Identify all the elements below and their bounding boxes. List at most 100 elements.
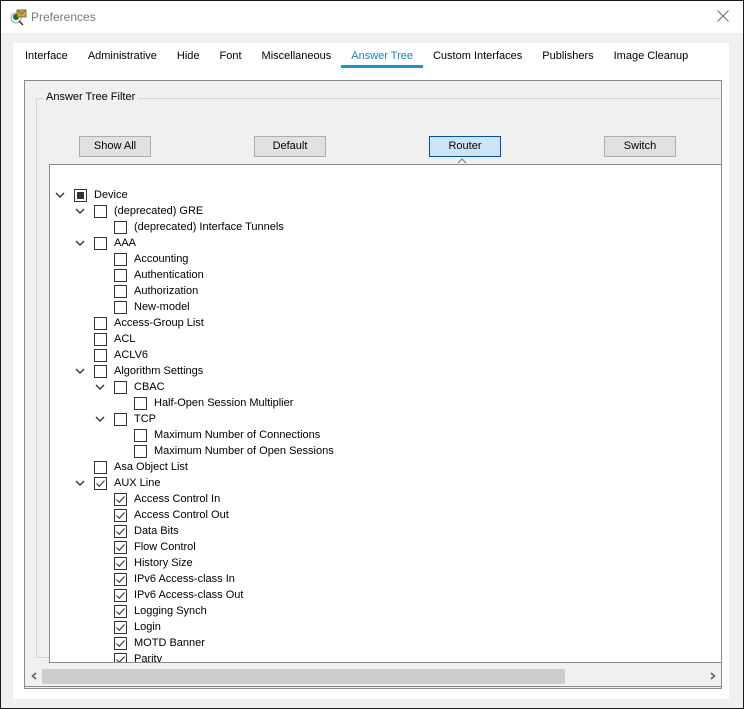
tree-item[interactable]: Device [54, 187, 128, 203]
tab-custom-interfaces[interactable]: Custom Interfaces [423, 43, 532, 69]
checkbox-checked[interactable] [114, 540, 127, 554]
checkbox[interactable] [94, 460, 107, 474]
scroll-left-button[interactable] [25, 669, 42, 685]
tab-image-cleanup[interactable]: Image Cleanup [604, 43, 699, 69]
tree-item-label: Accounting [134, 253, 189, 265]
tree-item-label: Access Control Out [134, 509, 229, 521]
tab-hide[interactable]: Hide [167, 43, 210, 69]
chevron-down-icon[interactable] [74, 365, 86, 377]
checkbox-checked[interactable] [114, 636, 127, 650]
checkbox[interactable] [134, 396, 147, 410]
chevron-down-icon[interactable] [94, 381, 106, 393]
tree-item-label: CBAC [134, 381, 165, 393]
tree-item[interactable]: Parity [94, 651, 162, 662]
checkbox[interactable] [114, 380, 127, 394]
tree-item[interactable]: Flow Control [94, 539, 196, 555]
checkbox-checked[interactable] [114, 604, 127, 618]
tree-item[interactable]: IPv6 Access-class Out [94, 587, 243, 603]
checkbox[interactable] [134, 428, 147, 442]
checkbox[interactable] [94, 348, 107, 362]
router-button[interactable]: Router [429, 136, 501, 157]
checkbox[interactable] [134, 444, 147, 458]
tab-publishers[interactable]: Publishers [532, 43, 603, 69]
tab-answer-tree[interactable]: Answer Tree [341, 43, 423, 69]
tree-item[interactable]: Half-Open Session Multiplier [114, 395, 293, 411]
close-button[interactable] [703, 1, 743, 33]
scroll-thumb[interactable] [42, 669, 565, 684]
tree-item[interactable]: Access-Group List [74, 315, 204, 331]
tree-item[interactable]: Accounting [94, 251, 188, 267]
tab-interface[interactable]: Interface [15, 43, 78, 69]
checkbox-checked[interactable] [114, 492, 127, 506]
checkbox[interactable] [114, 268, 127, 282]
tree-item[interactable]: Authentication [94, 267, 204, 283]
switch-button[interactable]: Switch [604, 136, 676, 157]
tree-item[interactable]: IPv6 Access-class In [94, 571, 235, 587]
tree-item-label: AAA [114, 237, 137, 249]
tree-item[interactable]: (deprecated) Interface Tunnels [94, 219, 284, 235]
tree-item[interactable]: ACL [74, 331, 135, 347]
chevron-down-icon[interactable] [74, 237, 86, 249]
chevron-down-icon[interactable] [54, 189, 66, 201]
default-button[interactable]: Default [254, 136, 326, 157]
checkbox[interactable] [94, 332, 107, 346]
tree-item-label: IPv6 Access-class In [134, 573, 235, 585]
checkbox-checked[interactable] [114, 556, 127, 570]
tree-item[interactable]: CBAC [94, 379, 165, 395]
tree-item[interactable]: Logging Synch [94, 603, 207, 619]
checkbox[interactable] [94, 204, 107, 218]
tab-font[interactable]: Font [210, 43, 252, 69]
tree-item[interactable]: Asa Object List [74, 459, 188, 475]
tree-item[interactable]: Maximum Number of Open Sessions [114, 443, 334, 459]
tree-item[interactable]: Data Bits [94, 523, 179, 539]
checkbox[interactable] [94, 364, 107, 378]
show-all-button[interactable]: Show All [79, 136, 151, 157]
checkbox-checked[interactable] [114, 524, 127, 538]
checkbox-partial[interactable] [74, 188, 87, 202]
checkbox-checked[interactable] [114, 508, 127, 522]
tree-item-label: AUX Line [114, 477, 161, 489]
checkbox-checked[interactable] [114, 588, 127, 602]
checkbox[interactable] [114, 300, 127, 314]
tree-item[interactable]: Maximum Number of Connections [114, 427, 320, 443]
checkbox[interactable] [114, 252, 127, 266]
tree-item[interactable]: History Size [94, 555, 193, 571]
tree-item-label: ACLV6 [114, 349, 149, 361]
tree-item[interactable]: AAA [74, 235, 136, 251]
checkbox[interactable] [94, 236, 107, 250]
chevron-down-icon[interactable] [94, 413, 106, 425]
tree-item[interactable]: AUX Line [74, 475, 160, 491]
tree-item[interactable]: Login [94, 619, 161, 635]
checkbox[interactable] [114, 284, 127, 298]
horizontal-scrollbar[interactable] [24, 668, 722, 687]
checkbox-checked[interactable] [114, 572, 127, 586]
tree-item[interactable]: ACLV6 [74, 347, 148, 363]
tree-item[interactable]: Access Control In [94, 491, 220, 507]
tree-item[interactable]: (deprecated) GRE [74, 203, 203, 219]
tab-administrative[interactable]: Administrative [78, 43, 167, 69]
tab-miscellaneous[interactable]: Miscellaneous [252, 43, 342, 69]
tree-item-label: Device [94, 189, 128, 201]
tree-item[interactable]: Algorithm Settings [74, 363, 203, 379]
tree-item[interactable]: TCP [94, 411, 156, 427]
tree-item[interactable]: Access Control Out [94, 507, 229, 523]
chevron-down-icon[interactable] [74, 477, 86, 489]
checkbox-checked[interactable] [114, 620, 127, 634]
tree-item-label: Access Control In [134, 493, 221, 505]
tree-item[interactable]: New-model [94, 299, 190, 315]
chevron-down-icon[interactable] [74, 205, 86, 217]
scroll-right-button[interactable] [704, 669, 721, 685]
tree-item[interactable]: Authorization [94, 283, 198, 299]
checkbox-checked[interactable] [114, 652, 127, 662]
tree-item-label: Data Bits [134, 525, 179, 537]
checkbox[interactable] [114, 412, 127, 426]
checkbox[interactable] [94, 316, 107, 330]
tree-item[interactable]: MOTD Banner [94, 635, 205, 651]
checkbox[interactable] [114, 220, 127, 234]
checkbox-checked[interactable] [94, 476, 107, 490]
